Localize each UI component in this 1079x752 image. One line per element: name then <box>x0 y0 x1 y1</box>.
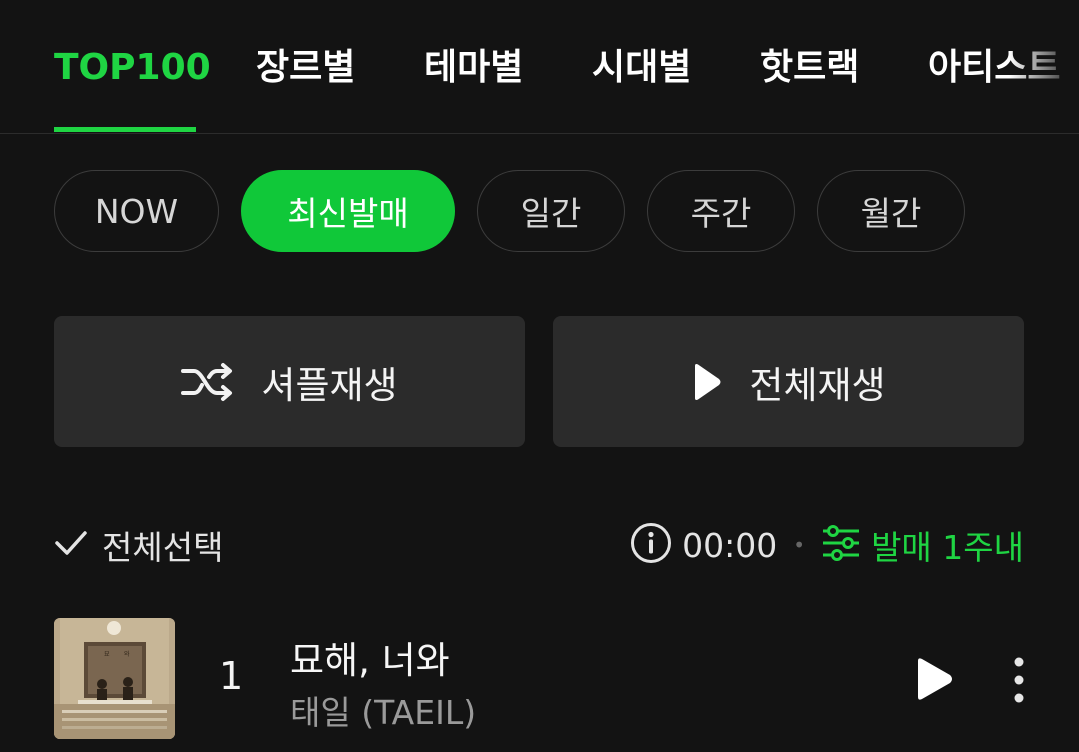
tab-theme[interactable]: 테마별 <box>424 40 523 96</box>
album-cover[interactable]: 묘 와 <box>54 618 175 739</box>
chip-daily[interactable]: 일간 <box>477 170 625 252</box>
list-info-group: 00:00 • 발매 1주내 <box>630 518 1024 572</box>
chart-screen: TOP100 장르별 테마별 시대별 핫트랙 아티스트 NOW 최신발매 일간 … <box>0 0 1079 752</box>
track-artist[interactable]: 태일 (TAEIL) <box>290 686 476 734</box>
play-icon <box>918 658 952 700</box>
separator-dot: • <box>793 533 806 557</box>
track-more-button[interactable] <box>1004 656 1034 704</box>
track-rank: 1 <box>219 654 244 698</box>
active-tab-indicator <box>54 127 196 132</box>
release-filter-label[interactable]: 발매 1주내 <box>871 521 1024 569</box>
select-all-label: 전체선택 <box>102 528 224 567</box>
chip-latest-release[interactable]: 최신발매 <box>241 170 455 252</box>
tab-scroll-fade <box>1009 30 1079 110</box>
tab-hottrack[interactable]: 핫트랙 <box>760 40 859 96</box>
tab-genre[interactable]: 장르별 <box>256 40 355 96</box>
select-all-toggle[interactable]: 전체선택 <box>54 518 223 572</box>
chip-monthly[interactable]: 월간 <box>817 170 965 252</box>
tab-top100[interactable]: TOP100 <box>54 40 211 96</box>
play-all-button[interactable]: 전체재생 <box>553 316 1024 447</box>
track-row[interactable]: 묘 와 1 묘해, 너와 태일 (TAEIL) <box>54 618 1034 740</box>
shuffle-icon <box>181 362 235 402</box>
chip-now[interactable]: NOW <box>54 170 219 252</box>
total-duration: 00:00 <box>682 525 778 565</box>
sliders-icon[interactable] <box>821 525 861 565</box>
shuffle-play-button[interactable]: 셔플재생 <box>54 316 525 447</box>
more-vertical-icon <box>1014 657 1024 703</box>
track-play-button[interactable] <box>912 656 956 702</box>
selection-row: 전체선택 00:00 • 발매 1주내 <box>54 518 1024 572</box>
info-icon[interactable] <box>630 522 672 568</box>
play-all-label: 전체재생 <box>749 363 886 407</box>
check-icon <box>54 528 88 562</box>
shuffle-play-label: 셔플재생 <box>261 363 398 407</box>
play-icon <box>691 362 723 402</box>
svg-text:묘: 묘 <box>104 651 110 658</box>
category-tabs: TOP100 장르별 테마별 시대별 핫트랙 아티스트 <box>0 0 1079 134</box>
chip-weekly[interactable]: 주간 <box>647 170 795 252</box>
tab-era[interactable]: 시대별 <box>592 40 691 96</box>
svg-text:와: 와 <box>124 651 130 658</box>
track-title[interactable]: 묘해, 너와 <box>290 630 450 684</box>
